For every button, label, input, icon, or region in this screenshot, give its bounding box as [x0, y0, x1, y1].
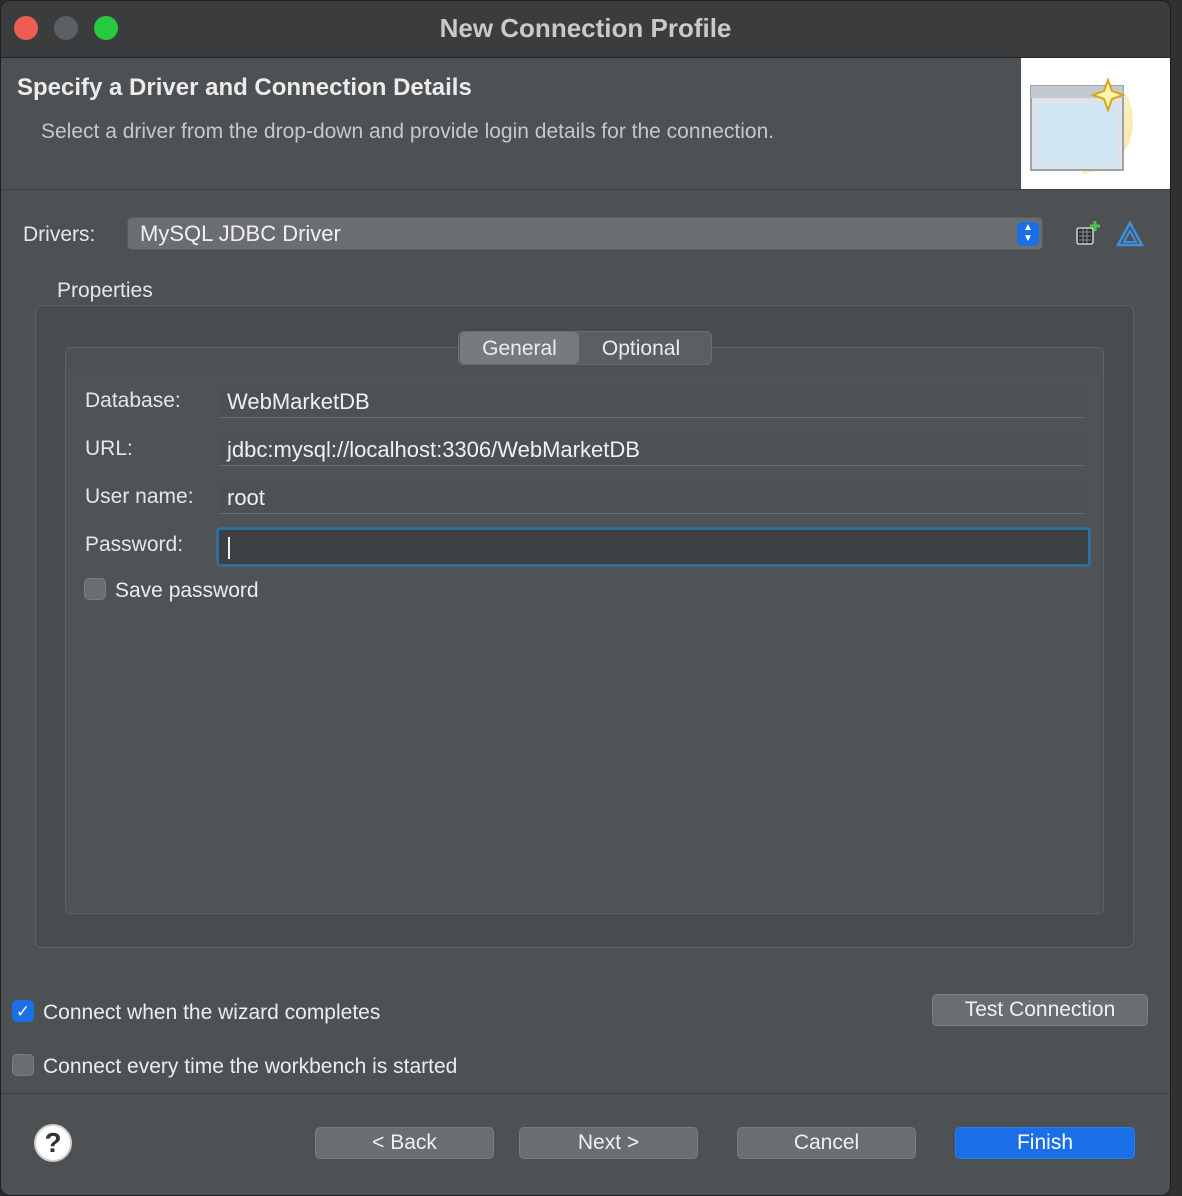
drivers-label: Drivers:: [23, 223, 96, 246]
username-value: root: [227, 485, 265, 510]
connect-on-complete-label: Connect when the wizard completes: [43, 1001, 381, 1024]
password-label: Password:: [85, 533, 184, 556]
page-title: Specify a Driver and Connection Details: [17, 74, 472, 101]
page-description: Select a driver from the drop-down and p…: [41, 120, 775, 143]
username-field[interactable]: root: [220, 481, 1086, 514]
url-field[interactable]: jdbc:mysql://localhost:3306/WebMarketDB: [220, 433, 1086, 466]
finish-button[interactable]: Finish: [955, 1127, 1135, 1159]
cancel-button[interactable]: Cancel: [737, 1127, 916, 1159]
background-window-edge: [1170, 0, 1182, 1196]
username-label: User name:: [85, 485, 194, 508]
new-driver-definition-icon[interactable]: [1073, 219, 1103, 249]
save-password-label: Save password: [115, 579, 259, 602]
help-icon[interactable]: ?: [34, 1124, 72, 1162]
tab-optional[interactable]: Optional: [581, 332, 701, 364]
edit-driver-definition-icon[interactable]: [1115, 219, 1145, 249]
title-bar: New Connection Profile: [1, 1, 1170, 58]
driver-select[interactable]: MySQL JDBC Driver ▲ ▼: [127, 217, 1043, 250]
next-button[interactable]: Next >: [519, 1127, 698, 1159]
url-label: URL:: [85, 437, 133, 460]
dialog-window: New Connection Profile Specify a Driver …: [0, 0, 1171, 1196]
footer-divider: [1, 1093, 1170, 1094]
password-field[interactable]: [216, 527, 1091, 567]
url-value: jdbc:mysql://localhost:3306/WebMarketDB: [227, 437, 640, 462]
wizard-header: Specify a Driver and Connection Details …: [1, 58, 1170, 190]
database-label: Database:: [85, 389, 181, 412]
tab-general[interactable]: General: [460, 332, 579, 364]
test-connection-button[interactable]: Test Connection: [932, 994, 1148, 1026]
text-caret: [228, 537, 230, 559]
connect-on-complete-checkbox[interactable]: ✓: [12, 1000, 34, 1022]
connect-on-startup-checkbox[interactable]: [12, 1054, 34, 1076]
driver-select-value: MySQL JDBC Driver: [140, 221, 341, 246]
connect-on-startup-label: Connect every time the workbench is star…: [43, 1055, 458, 1078]
save-password-checkbox[interactable]: [84, 578, 106, 600]
wizard-banner-icon: [1021, 58, 1170, 189]
database-value: WebMarketDB: [227, 389, 370, 414]
database-field[interactable]: WebMarketDB: [220, 385, 1086, 418]
back-button[interactable]: < Back: [315, 1127, 494, 1159]
window-title: New Connection Profile: [439, 13, 732, 43]
select-stepper-icon: ▲ ▼: [1017, 222, 1039, 246]
properties-tabs: General Optional: [458, 331, 712, 365]
properties-label: Properties: [57, 279, 153, 302]
